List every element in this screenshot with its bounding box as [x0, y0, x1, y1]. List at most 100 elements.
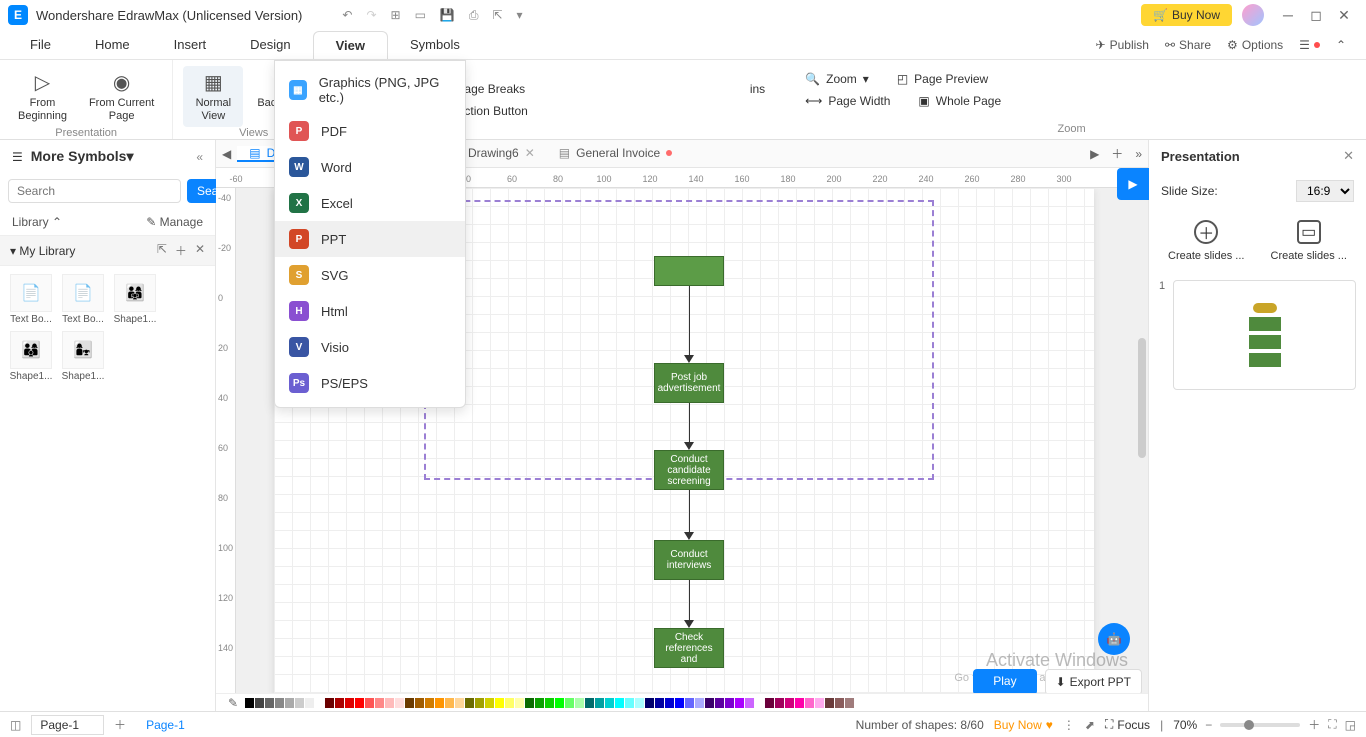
color-swatch[interactable] — [585, 698, 594, 708]
color-swatch[interactable] — [375, 698, 384, 708]
color-swatch[interactable] — [365, 698, 374, 708]
color-swatch[interactable] — [395, 698, 404, 708]
color-swatch[interactable] — [695, 698, 704, 708]
more-symbols-title[interactable]: More Symbols▾ — [31, 148, 189, 165]
color-swatch[interactable] — [545, 698, 554, 708]
tab-scroll-right-icon[interactable]: ▶ — [1084, 147, 1105, 161]
play-button[interactable]: Play — [973, 669, 1036, 693]
zoom-slider[interactable] — [1220, 723, 1300, 727]
flowchart-node[interactable]: Conduct candidate screening — [654, 450, 724, 490]
from-current-page-button[interactable]: ◉ From Current Page — [81, 66, 162, 127]
color-swatch[interactable] — [705, 698, 714, 708]
export-item-graphics-png-jpg-etc-[interactable]: ▦Graphics (PNG, JPG etc.) — [275, 67, 465, 113]
export-item-excel[interactable]: XExcel — [275, 185, 465, 221]
options-button[interactable]: ⚙ Options — [1227, 38, 1283, 52]
cursor-mode-icon[interactable]: ⬈ — [1085, 718, 1095, 732]
color-swatch[interactable] — [505, 698, 514, 708]
color-swatch[interactable] — [625, 698, 634, 708]
color-swatch[interactable] — [805, 698, 814, 708]
color-swatch[interactable] — [835, 698, 844, 708]
menu-tab-design[interactable]: Design — [228, 31, 312, 59]
create-slides-manual-button[interactable]: ▭ Create slides ... — [1271, 220, 1347, 262]
color-swatch[interactable] — [495, 698, 504, 708]
whole-page-button[interactable]: ▣ Whole Page — [918, 94, 1001, 108]
export-item-ppt[interactable]: PPPT — [275, 221, 465, 257]
qat-more-icon[interactable]: ▾ — [517, 8, 523, 23]
color-swatch[interactable] — [335, 698, 344, 708]
buy-now-button[interactable]: 🛒 Buy Now — [1141, 4, 1232, 26]
zoom-button[interactable]: 🔍 Zoom▾ — [805, 72, 869, 86]
color-swatch[interactable] — [515, 698, 524, 708]
notifications-icon[interactable]: ☰ — [1299, 38, 1320, 52]
color-swatch[interactable] — [485, 698, 494, 708]
color-swatch[interactable] — [825, 698, 834, 708]
open-icon[interactable]: ▭ — [415, 8, 426, 23]
color-swatch[interactable] — [575, 698, 584, 708]
page-width-button[interactable]: ⟷ Page Width — [805, 94, 890, 108]
close-panel-icon[interactable]: ✕ — [1343, 148, 1354, 164]
export-item-word[interactable]: WWord — [275, 149, 465, 185]
shape-item[interactable]: 📄Text Bo... — [60, 274, 106, 325]
color-swatch[interactable] — [245, 698, 254, 708]
slide-size-select[interactable]: 16:9 — [1296, 180, 1354, 202]
library-dropdown[interactable]: Library ⌃ — [12, 215, 62, 229]
export-icon[interactable]: ⇱ — [492, 8, 502, 23]
color-swatch[interactable] — [305, 698, 314, 708]
tab-scroll-left-icon[interactable]: ◀ — [216, 147, 237, 161]
color-swatch[interactable] — [715, 698, 724, 708]
menu-tab-insert[interactable]: Insert — [152, 31, 229, 59]
color-swatch[interactable] — [265, 698, 274, 708]
shape-item[interactable]: 👩‍👧Shape1... — [60, 331, 106, 382]
color-swatch[interactable] — [845, 698, 854, 708]
library-export-icon[interactable]: ⇱ — [157, 242, 167, 259]
color-swatch[interactable] — [785, 698, 794, 708]
chat-fab-icon[interactable]: 🤖 — [1098, 623, 1130, 655]
slide-thumbnail[interactable] — [1173, 280, 1356, 390]
menu-tab-symbols[interactable]: Symbols — [388, 31, 482, 59]
color-swatch[interactable] — [355, 698, 364, 708]
color-swatch[interactable] — [655, 698, 664, 708]
page-selector[interactable]: Page-1 — [31, 715, 104, 735]
save-icon[interactable]: 💾 — [440, 8, 455, 23]
fit-page-icon[interactable]: ⛶ — [1328, 717, 1336, 732]
color-swatch[interactable] — [475, 698, 484, 708]
shape-item[interactable]: 📄Text Bo... — [8, 274, 54, 325]
color-swatch[interactable] — [635, 698, 644, 708]
color-swatch[interactable] — [295, 698, 304, 708]
eyedropper-icon[interactable]: ✎ — [228, 696, 238, 710]
color-swatch[interactable] — [565, 698, 574, 708]
create-slides-auto-button[interactable]: ＋ Create slides ... — [1168, 220, 1244, 262]
export-item-visio[interactable]: VVisio — [275, 329, 465, 365]
export-ppt-button[interactable]: ⬇ Export PPT — [1045, 669, 1142, 693]
color-swatch[interactable] — [425, 698, 434, 708]
color-swatch[interactable] — [445, 698, 454, 708]
publish-button[interactable]: ✈ Publish — [1096, 38, 1149, 52]
color-swatch[interactable] — [675, 698, 684, 708]
library-close-icon[interactable]: ✕ — [195, 242, 205, 259]
color-swatch[interactable] — [535, 698, 544, 708]
color-swatch[interactable] — [775, 698, 784, 708]
color-swatch[interactable] — [435, 698, 444, 708]
flow-node-partial[interactable] — [654, 256, 724, 286]
close-tab-icon[interactable]: ✕ — [525, 146, 535, 160]
maximize-button[interactable]: ◻ — [1302, 7, 1330, 24]
collapse-panel-icon[interactable]: « — [196, 150, 203, 164]
color-swatch[interactable] — [815, 698, 824, 708]
share-button[interactable]: ⚯ Share — [1165, 38, 1211, 52]
manage-library-button[interactable]: ✎ Manage — [146, 215, 203, 229]
add-tab-icon[interactable]: ＋ — [1105, 145, 1129, 162]
my-library-header[interactable]: ▾ My Library — [10, 244, 75, 258]
color-swatch[interactable] — [555, 698, 564, 708]
export-item-ps-eps[interactable]: PsPS/EPS — [275, 365, 465, 401]
page-layout-icon[interactable]: ◫ — [10, 718, 21, 732]
color-swatch[interactable] — [645, 698, 654, 708]
zoom-percent[interactable]: 70% — [1173, 718, 1197, 732]
color-swatch[interactable] — [325, 698, 334, 708]
vertical-scrollbar[interactable] — [1138, 338, 1146, 458]
color-swatch[interactable] — [285, 698, 294, 708]
tabs-overflow-icon[interactable]: » — [1129, 147, 1148, 161]
collapse-ribbon-icon[interactable]: ⌃ — [1336, 38, 1346, 52]
color-swatch[interactable] — [345, 698, 354, 708]
color-swatch[interactable] — [385, 698, 394, 708]
symbol-search-input[interactable] — [8, 179, 181, 203]
